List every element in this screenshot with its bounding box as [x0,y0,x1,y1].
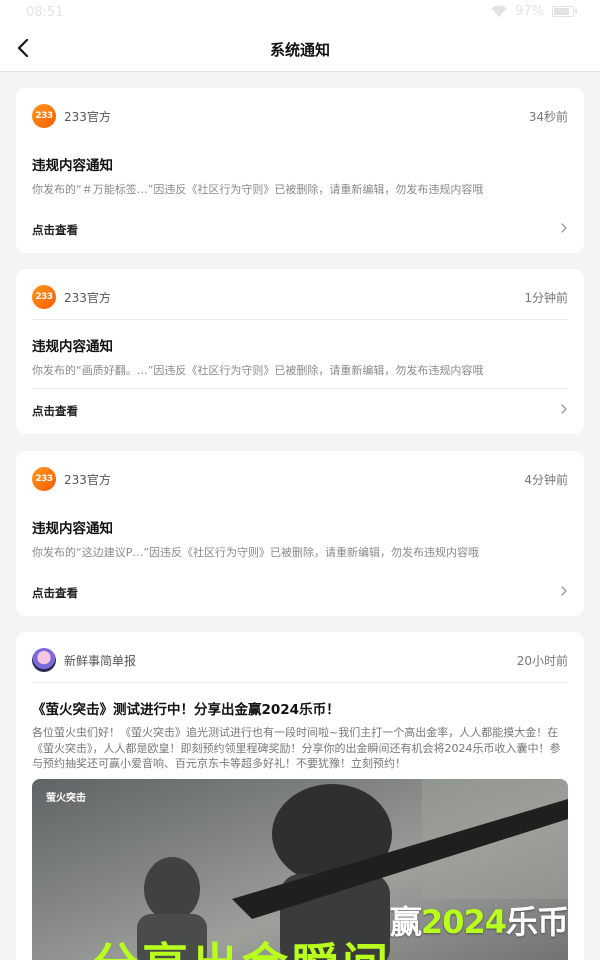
card-header: 233 233官方 1分钟前 [32,285,568,309]
notice-title: 违规内容通知 [32,521,113,537]
battery-icon [552,6,577,17]
source-name: 233官方 [64,291,111,305]
news-card[interactable]: 新鲜事简单报 20小时前 《萤火突击》测试进行中！分享出金赢2024乐币！ 各位… [16,632,584,960]
timestamp: 4分钟前 [524,473,568,487]
news-title: 《萤火突击》测试进行中！分享出金赢2024乐币！ [32,702,340,718]
divider [32,682,568,683]
notice-card[interactable]: 233 233官方 1分钟前 违规内容通知 你发布的“画质好翻。…”因违反《社区… [16,269,584,434]
notice-title: 违规内容通知 [32,158,113,174]
status-time: 08:51 [26,5,64,20]
banner-headline: 赢2024乐币 [390,897,568,943]
headline-highlight: 2024 [420,903,507,941]
source-name: 新鲜事简单报 [64,654,137,668]
notice-body: 你发布的“画质好翻。…”因违反《社区行为守则》已被删除，请重新编辑，勿发布违规内… [32,364,484,377]
status-indicators: 97% [491,4,577,19]
timestamp: 20小时前 [516,654,568,668]
view-details-link[interactable]: 点击查看 [32,403,78,419]
notice-body: 你发布的“＃万能标签…”因违反《社区行为守则》已被删除，请重新编辑，勿发布违规内… [32,183,484,196]
chevron-right-icon[interactable] [558,222,570,234]
headline-suffix: 乐币 [505,903,568,941]
page-title: 系统通知 [269,41,330,59]
news-body: 各位萤火虫们好！《萤火突击》追光测试进行也有一段时间啦~我们主打一个高出金率，人… [32,726,561,770]
headline-prefix: 赢 [389,903,422,941]
banner-slogan: 分享出金瞬间 [92,929,392,960]
status-bar: 08:51 97% [0,0,600,26]
source-name: 233官方 [64,110,111,124]
notice-card[interactable]: 233 233官方 34秒前 违规内容通知 你发布的“＃万能标签…”因违反《社区… [16,88,584,253]
news-banner-image[interactable]: 萤火突击 赢2024乐币 分享出金瞬间 [32,779,568,960]
divider [32,388,568,389]
233-logo-icon: 233 [32,285,56,309]
notice-title: 违规内容通知 [32,339,113,355]
notice-body: 你发布的“这边建议P…”因违反《社区行为守则》已被删除，请重新编辑，勿发布违规内… [32,546,480,559]
battery-percent: 97% [515,4,544,19]
divider [32,319,568,320]
notice-card[interactable]: 233 233官方 4分钟前 违规内容通知 你发布的“这边建议P…”因违反《社区… [16,451,584,616]
card-header: 233 233官方 4分钟前 [32,467,568,491]
navigation-header: 系统通知 [0,26,600,72]
game-logo: 萤火突击 [46,793,86,804]
news-avatar-icon [32,648,56,672]
source-name: 233官方 [64,473,111,487]
chevron-right-icon[interactable] [558,403,570,415]
chevron-right-icon[interactable] [558,585,570,597]
card-header: 新鲜事简单报 20小时前 [32,648,568,672]
card-header: 233 233官方 34秒前 [32,104,568,128]
233-logo-icon: 233 [32,104,56,128]
timestamp: 1分钟前 [524,291,568,305]
timestamp: 34秒前 [528,110,568,124]
wifi-icon [491,5,507,17]
view-details-link[interactable]: 点击查看 [32,222,78,238]
233-logo-icon: 233 [32,467,56,491]
view-details-link[interactable]: 点击查看 [32,585,78,601]
